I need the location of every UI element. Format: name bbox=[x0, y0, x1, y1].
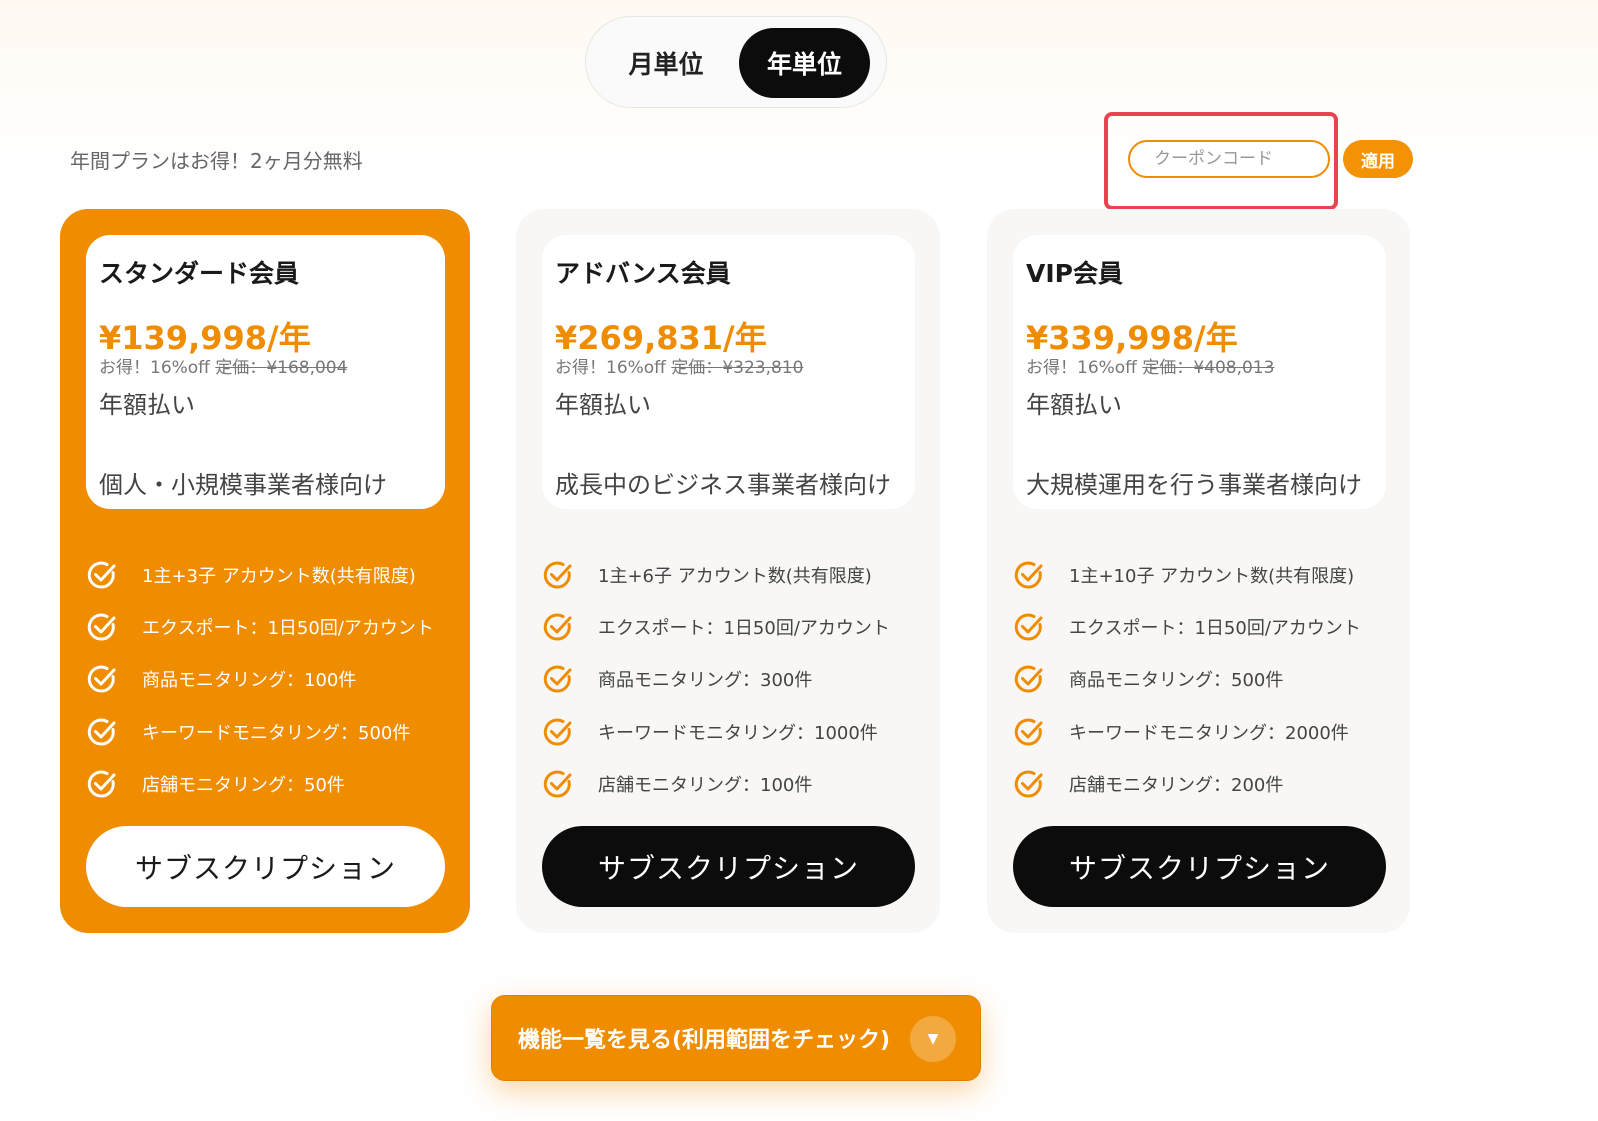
feature-item: 店舗モニタリング：100件 bbox=[542, 764, 812, 804]
plan-billing: 年額払い bbox=[99, 391, 195, 419]
check-circle-icon bbox=[543, 561, 572, 589]
feature-item: エクスポート：1日50回/アカウント bbox=[542, 607, 890, 647]
list-price-label: 定価： bbox=[1142, 358, 1194, 378]
feature-item: 商品モニタリング：300件 bbox=[542, 659, 812, 699]
feature-text: キーワードモニタリング：2000件 bbox=[1069, 723, 1349, 744]
plan-card-standard: スタンダード会員 ¥139,998/年 お得！16%off 定価：¥168,00… bbox=[60, 209, 470, 933]
plan-name: アドバンス会員 bbox=[555, 259, 731, 288]
check-circle-icon bbox=[1014, 561, 1043, 589]
plan-target: 個人・小規模事業者様向け bbox=[99, 471, 387, 499]
feature-text: 1主+10子 アカウント数(共有限度) bbox=[1069, 566, 1355, 587]
discount-label: お得！16%off bbox=[1026, 358, 1137, 378]
feature-text: 商品モニタリング：300件 bbox=[598, 670, 813, 691]
feature-text: 1主+6子 アカウント数(共有限度) bbox=[598, 566, 872, 587]
chevron-down-icon: ▼ bbox=[910, 1016, 956, 1062]
feature-item: キーワードモニタリング：1000件 bbox=[542, 712, 878, 752]
subscribe-button[interactable]: サブスクリプション bbox=[542, 826, 915, 907]
feature-item: 店舗モニタリング：50件 bbox=[86, 764, 345, 804]
feature-item: 1主+6子 アカウント数(共有限度) bbox=[542, 555, 872, 595]
list-price-value: ¥323,810 bbox=[722, 358, 804, 378]
list-price-label: 定価： bbox=[671, 358, 723, 378]
pricing-page: 月単位 年単位 年間プランはお得！2ヶ月分無料 適用 スタンダード会員 ¥139… bbox=[0, 0, 1598, 1121]
billing-toggle: 月単位 年単位 bbox=[585, 16, 887, 108]
feature-text: 店舗モニタリング：200件 bbox=[1069, 775, 1284, 796]
check-circle-icon bbox=[1014, 613, 1043, 641]
feature-text: 商品モニタリング：100件 bbox=[142, 670, 357, 691]
list-price: 定価：¥408,013 bbox=[1142, 358, 1274, 378]
feature-text: 店舗モニタリング：50件 bbox=[142, 775, 345, 796]
check-circle-icon bbox=[543, 613, 572, 641]
coupon-code-input[interactable] bbox=[1128, 140, 1330, 178]
plan-name: スタンダード会員 bbox=[99, 259, 300, 288]
check-circle-icon bbox=[543, 718, 572, 746]
subscribe-button[interactable]: サブスクリプション bbox=[86, 826, 445, 907]
check-circle-icon bbox=[1014, 718, 1043, 746]
plan-target: 成長中のビジネス事業者様向け bbox=[555, 471, 891, 499]
check-circle-icon bbox=[1014, 770, 1043, 798]
check-circle-icon bbox=[87, 770, 116, 798]
feature-text: エクスポート：1日50回/アカウント bbox=[598, 618, 890, 639]
check-circle-icon bbox=[87, 561, 116, 589]
plan-billing: 年額払い bbox=[1026, 391, 1122, 419]
plan-summary: VIP会員 ¥339,998/年 お得！16%off 定価：¥408,013 年… bbox=[1013, 235, 1386, 509]
feature-item: 1主+10子 アカウント数(共有限度) bbox=[1013, 555, 1354, 595]
plan-card-advance: アドバンス会員 ¥269,831/年 お得！16%off 定価：¥323,810… bbox=[516, 209, 940, 933]
feature-text: エクスポート：1日50回/アカウント bbox=[142, 618, 434, 639]
feature-item: 商品モニタリング：100件 bbox=[86, 659, 356, 699]
feature-text: 商品モニタリング：500件 bbox=[1069, 670, 1284, 691]
list-price-value: ¥168,004 bbox=[266, 358, 348, 378]
list-price-value: ¥408,013 bbox=[1193, 358, 1275, 378]
feature-item: キーワードモニタリング：2000件 bbox=[1013, 712, 1349, 752]
feature-item: 店舗モニタリング：200件 bbox=[1013, 764, 1283, 804]
subscribe-button[interactable]: サブスクリプション bbox=[1013, 826, 1386, 907]
check-circle-icon bbox=[543, 665, 572, 693]
apply-coupon-button[interactable]: 適用 bbox=[1343, 140, 1413, 178]
check-circle-icon bbox=[87, 665, 116, 693]
feature-text: エクスポート：1日50回/アカウント bbox=[1069, 618, 1361, 639]
feature-item: キーワードモニタリング：500件 bbox=[86, 712, 410, 752]
plan-discount: お得！16%off 定価：¥323,810 bbox=[555, 353, 803, 378]
plan-discount: お得！16%off 定価：¥168,004 bbox=[99, 353, 347, 378]
check-circle-icon bbox=[87, 613, 116, 641]
feature-item: エクスポート：1日50回/アカウント bbox=[86, 607, 434, 647]
toggle-yearly[interactable]: 年単位 bbox=[739, 28, 870, 98]
feature-text: キーワードモニタリング：1000件 bbox=[598, 723, 878, 744]
list-price-label: 定価： bbox=[215, 358, 267, 378]
feature-item: 商品モニタリング：500件 bbox=[1013, 659, 1283, 699]
plan-target: 大規模運用を行う事業者様向け bbox=[1026, 471, 1362, 499]
feature-text: 1主+3子 アカウント数(共有限度) bbox=[142, 566, 416, 587]
plan-card-vip: VIP会員 ¥339,998/年 お得！16%off 定価：¥408,013 年… bbox=[987, 209, 1410, 933]
view-features-button[interactable]: 機能一覧を見る(利用範囲をチェック) ▼ bbox=[491, 995, 981, 1081]
promo-text: 年間プランはお得！2ヶ月分無料 bbox=[70, 149, 363, 173]
feature-item: 1主+3子 アカウント数(共有限度) bbox=[86, 555, 416, 595]
plan-billing: 年額払い bbox=[555, 391, 651, 419]
check-circle-icon bbox=[87, 718, 116, 746]
list-price: 定価：¥323,810 bbox=[671, 358, 803, 378]
check-circle-icon bbox=[543, 770, 572, 798]
view-features-label: 機能一覧を見る(利用範囲をチェック) bbox=[518, 1028, 891, 1053]
plan-summary: スタンダード会員 ¥139,998/年 お得！16%off 定価：¥168,00… bbox=[86, 235, 445, 509]
discount-label: お得！16%off bbox=[555, 358, 666, 378]
plan-name: VIP会員 bbox=[1026, 259, 1123, 288]
plan-summary: アドバンス会員 ¥269,831/年 お得！16%off 定価：¥323,810… bbox=[542, 235, 915, 509]
plan-discount: お得！16%off 定価：¥408,013 bbox=[1026, 353, 1274, 378]
feature-text: キーワードモニタリング：500件 bbox=[142, 723, 411, 744]
toggle-monthly[interactable]: 月単位 bbox=[596, 28, 736, 98]
feature-item: エクスポート：1日50回/アカウント bbox=[1013, 607, 1361, 647]
check-circle-icon bbox=[1014, 665, 1043, 693]
discount-label: お得！16%off bbox=[99, 358, 210, 378]
feature-text: 店舗モニタリング：100件 bbox=[598, 775, 813, 796]
list-price: 定価：¥168,004 bbox=[215, 358, 347, 378]
